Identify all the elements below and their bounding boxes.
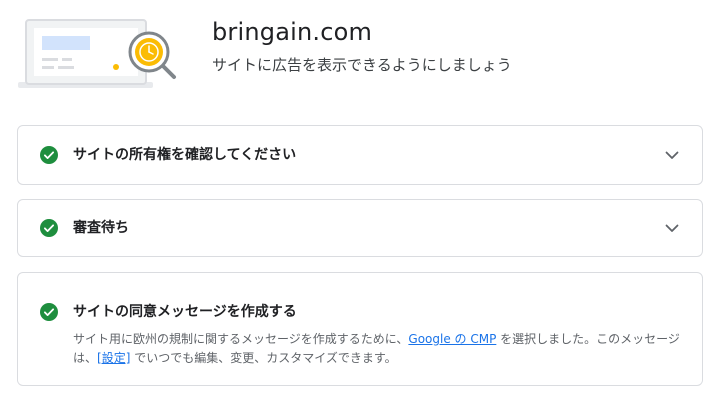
desc-text: でいつでも編集、変更、カスタマイズできます。 bbox=[130, 351, 397, 365]
step-title: サイトの所有権を確認してください bbox=[73, 147, 297, 163]
step-consent-message: サイトの同意メッセージを作成する サイト用に欧州の規制に関するメッセージを作成す… bbox=[17, 272, 703, 386]
check-circle-icon bbox=[40, 303, 58, 321]
check-circle-icon bbox=[40, 146, 58, 164]
site-name: bringain.com bbox=[212, 18, 373, 46]
check-circle-icon bbox=[40, 219, 58, 237]
page-subtitle: サイトに広告を表示できるようにしましょう bbox=[212, 56, 512, 74]
step-title: サイトの同意メッセージを作成する bbox=[73, 304, 297, 320]
step-title: 審査待ち bbox=[73, 220, 129, 236]
page-header: bringain.com サイトに広告を表示できるようにしましょう bbox=[0, 0, 720, 110]
google-cmp-link[interactable]: Google の CMP bbox=[408, 332, 496, 346]
step-pending-review[interactable]: 審査待ち bbox=[17, 199, 703, 257]
chevron-down-icon[interactable] bbox=[664, 147, 680, 163]
step-verify-ownership[interactable]: サイトの所有権を確認してください bbox=[17, 125, 703, 185]
settings-link[interactable]: [設定] bbox=[97, 351, 130, 365]
desc-text: サイト用に欧州の規制に関するメッセージを作成するために、 bbox=[73, 332, 409, 346]
step-description: サイト用に欧州の規制に関するメッセージを作成するために、Google の CMP… bbox=[73, 330, 689, 368]
monitor-magnifier-illustration bbox=[18, 19, 176, 88]
chevron-down-icon[interactable] bbox=[664, 220, 680, 236]
